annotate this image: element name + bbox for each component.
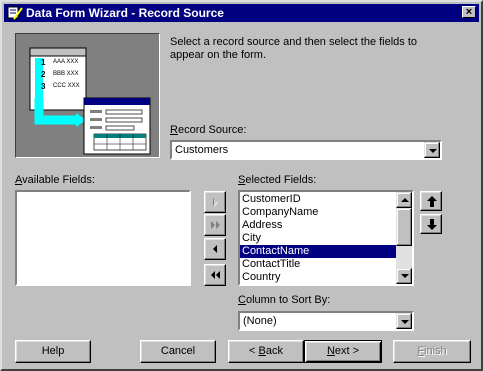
sort-by-label: Column to Sort By:	[238, 294, 331, 306]
wizard-wand-icon	[7, 6, 23, 20]
list-item[interactable]: CompanyName	[240, 206, 396, 219]
row-number: 3	[41, 82, 46, 91]
finish-button[interactable]: Finish	[393, 340, 471, 363]
sort-by-combo[interactable]: (None)	[238, 311, 414, 331]
next-button[interactable]: Next >	[304, 340, 382, 363]
instruction-line-1: Select a record source and then select t…	[170, 36, 418, 48]
available-fields-label: Available Fields:	[15, 174, 95, 186]
scroll-down-icon	[401, 274, 409, 278]
scroll-up-button[interactable]	[396, 192, 412, 208]
close-button[interactable]: ×	[462, 6, 476, 18]
cancel-button[interactable]: Cancel	[140, 340, 216, 363]
remove-all-fields-button[interactable]	[204, 264, 226, 286]
back-button[interactable]: < Back	[228, 340, 304, 363]
move-field-up-button[interactable]	[420, 191, 442, 211]
arrow-up-icon	[427, 196, 437, 207]
sort-by-dropdown-button[interactable]	[396, 313, 412, 329]
instruction-line-2: appear on the form.	[170, 49, 267, 61]
add-one-field-button[interactable]	[204, 191, 226, 213]
scroll-down-button[interactable]	[396, 268, 412, 284]
remove-one-field-button[interactable]	[204, 238, 226, 260]
scroll-up-icon	[401, 198, 409, 202]
record-source-value: Customers	[175, 144, 229, 156]
chevron-left-icon	[213, 245, 217, 253]
title-bar: Data Form Wizard - Record Source ×	[4, 4, 479, 22]
record-source-combo[interactable]: Customers	[170, 140, 442, 160]
list-item[interactable]: City	[240, 232, 396, 245]
available-fields-list[interactable]	[15, 190, 191, 286]
scroll-thumb[interactable]	[396, 208, 412, 246]
list-item-selected[interactable]: ContactName	[240, 245, 396, 258]
list-item[interactable]: Address	[240, 219, 396, 232]
chevron-down-icon	[401, 320, 409, 324]
selected-fields-label: Selected Fields:	[238, 174, 317, 186]
row-text: AAA XXX	[53, 59, 79, 65]
row-number: 1	[41, 58, 46, 67]
move-field-down-button[interactable]	[420, 214, 442, 234]
chevron-right-icon	[213, 198, 218, 207]
record-source-dropdown-button[interactable]	[424, 142, 440, 158]
list-item[interactable]: CustomerID	[240, 193, 396, 206]
help-button[interactable]: Help	[15, 340, 91, 363]
wizard-illustration: 1 2 3 AAA XXX BBB XXX CCC XXX	[15, 33, 160, 158]
selected-fields-list[interactable]: CustomerID CompanyName Address City Cont…	[238, 190, 414, 286]
list-item[interactable]: Country	[240, 271, 396, 284]
double-chevron-right-icon	[211, 221, 220, 229]
wizard-window: Data Form Wizard - Record Source × 1 2 3…	[0, 0, 483, 371]
row-text: BBB XXX	[53, 71, 79, 77]
double-chevron-left-icon	[211, 271, 220, 279]
record-source-label: Record Source:	[170, 124, 247, 136]
chevron-down-icon	[429, 149, 437, 153]
selected-fields-scrollbar[interactable]	[396, 192, 412, 284]
form-illustration-graphic	[29, 47, 151, 155]
close-icon: ×	[465, 6, 473, 18]
add-all-fields-button[interactable]	[204, 214, 226, 236]
row-text: CCC XXX	[53, 83, 80, 89]
row-number: 2	[41, 70, 46, 79]
list-item[interactable]: ContactTitle	[240, 258, 396, 271]
sort-by-value: (None)	[243, 315, 277, 327]
window-title: Data Form Wizard - Record Source	[26, 6, 224, 20]
arrow-down-icon	[427, 219, 437, 230]
